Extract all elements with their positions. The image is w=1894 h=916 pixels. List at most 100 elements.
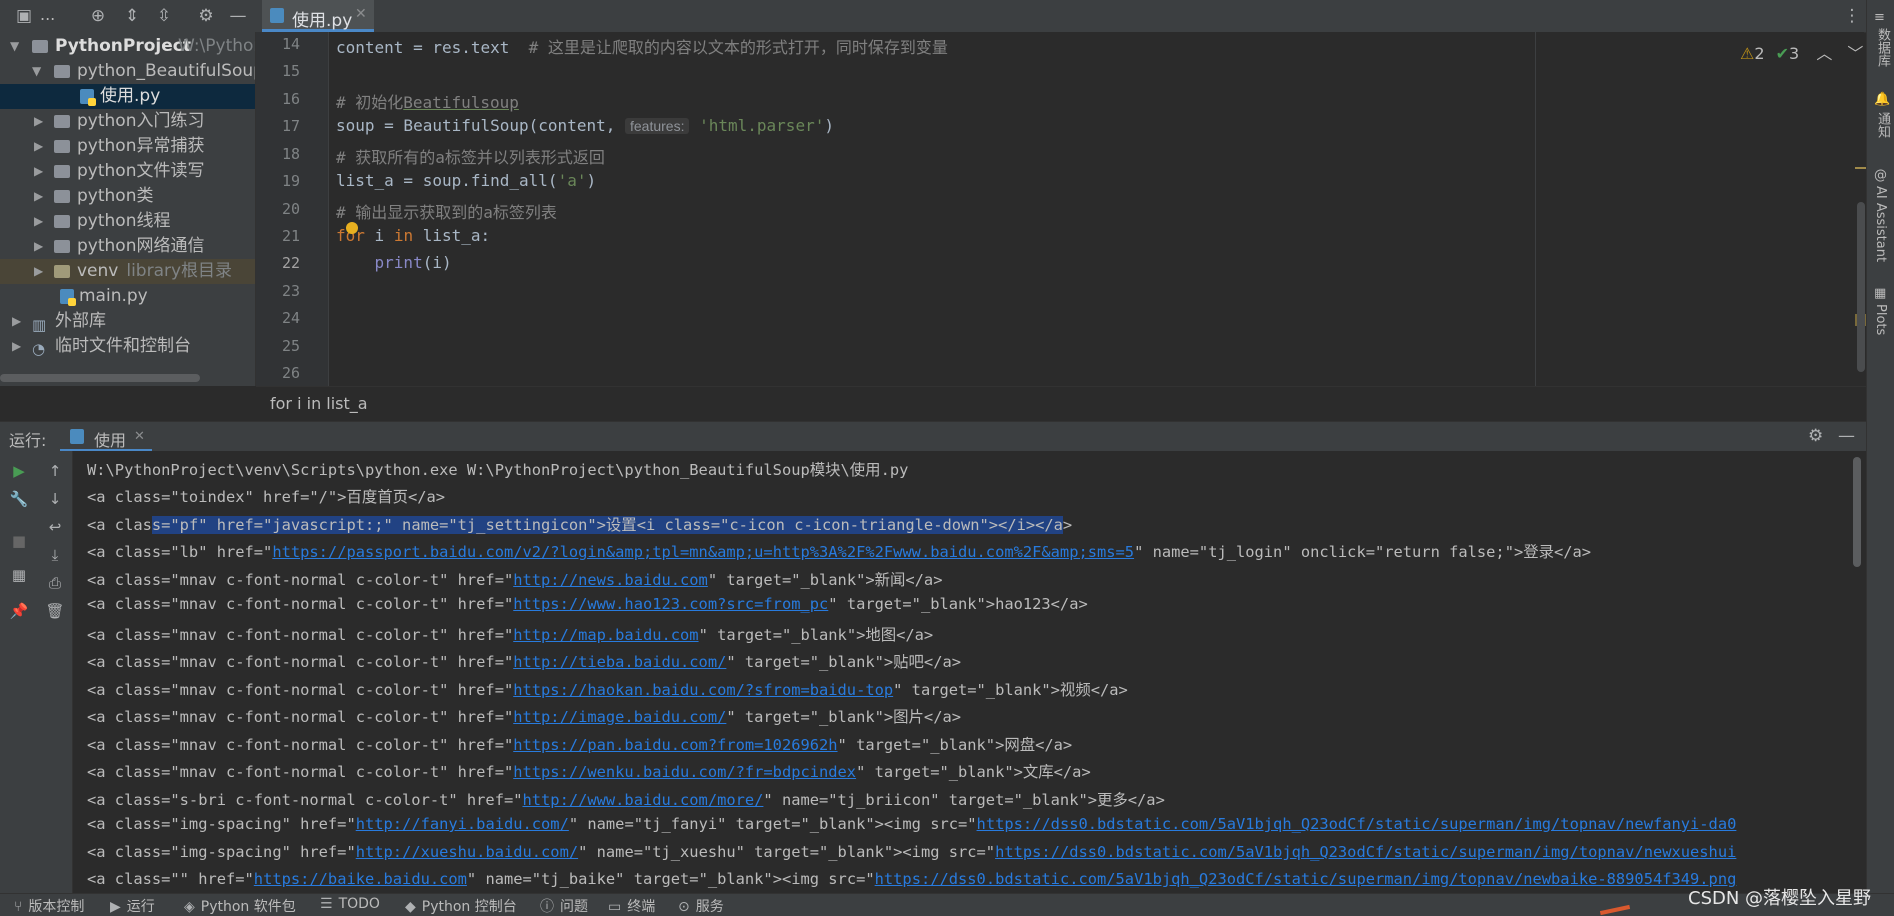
console-text: " target="_blank">视频</a> xyxy=(893,681,1128,699)
tree-item-rumen[interactable]: ▶ python入门练习 xyxy=(0,109,255,134)
inspection-widget[interactable]: ⚠2 ✔3 ︿ ﹀ xyxy=(1740,40,1863,64)
tool-window-ai-assistant[interactable]: AI Assistant xyxy=(1873,186,1888,262)
play-icon: ▶ xyxy=(110,899,121,915)
folder-icon xyxy=(54,265,70,278)
tool-window-vcs[interactable]: ⑂ 版本控制 xyxy=(14,896,84,916)
console-link[interactable]: https://pan.baidu.com?from=1026962h xyxy=(513,736,837,754)
breadcrumb-item[interactable]: for i in list_a xyxy=(270,394,368,413)
chevron-right-icon[interactable]: ▶ xyxy=(34,234,43,259)
project-view-icon[interactable]: ▣ xyxy=(14,6,34,26)
console-link[interactable]: https://dss0.bdstatic.com/5aV1bjqh_Q23od… xyxy=(995,843,1736,861)
gear-icon[interactable]: ⚙ xyxy=(1808,426,1823,446)
console-link[interactable]: https://haokan.baidu.com/?sfrom=baidu-to… xyxy=(513,681,893,699)
expand-all-icon[interactable]: ⇕ xyxy=(122,6,142,26)
line-number: 14 xyxy=(281,35,300,53)
console-link[interactable]: http://xueshu.baidu.com/ xyxy=(356,843,578,861)
chevron-right-icon[interactable]: ▶ xyxy=(34,159,43,184)
scroll-to-end-icon[interactable]: ⤓ xyxy=(45,545,65,565)
editor-scrollbar[interactable] xyxy=(1857,202,1865,372)
tree-item-label: python_BeautifulSoup模 xyxy=(77,61,255,81)
locate-icon[interactable]: ⊕ xyxy=(88,6,108,26)
tree-item-main-py[interactable]: main.py xyxy=(0,284,255,309)
arrow-down-icon[interactable]: ↓ xyxy=(45,489,65,509)
wrench-icon[interactable]: 🔧 xyxy=(9,489,29,509)
tab-file-shiyong[interactable]: 使用.py ✕ xyxy=(262,0,374,32)
breadcrumb[interactable]: for i in list_a xyxy=(256,386,1866,421)
tool-window-notifications[interactable]: 通知 xyxy=(1873,112,1892,138)
warning-icon: ⚠ xyxy=(1740,44,1755,63)
status-label: Python 软件包 xyxy=(200,899,296,915)
tree-item-yichang[interactable]: ▶ python异常捕获 xyxy=(0,134,255,159)
console-link[interactable]: https://dss0.bdstatic.com/5aV1bjqh_Q23od… xyxy=(875,870,1737,888)
minimize-icon[interactable]: — xyxy=(1838,426,1855,446)
run-tab[interactable]: 使用 ✕ xyxy=(60,422,152,452)
chevron-right-icon[interactable]: ▶ xyxy=(34,109,43,134)
intention-bulb-icon[interactable] xyxy=(346,222,358,234)
tree-item-label: main.py xyxy=(79,286,148,306)
console-link[interactable]: http://tieba.baidu.com/ xyxy=(513,653,726,671)
trash-icon[interactable]: 🗑 xyxy=(45,601,65,621)
chevron-down-icon[interactable]: ﹀ xyxy=(1847,44,1863,63)
rerun-icon[interactable]: ▶ xyxy=(9,461,29,481)
tool-window-python-console[interactable]: ◆ Python 控制台 xyxy=(405,896,517,916)
code-editor[interactable]: content = res.text # 这里是让爬取的内容以文本的形式打开，同… xyxy=(329,32,1871,386)
tree-horizontal-scrollbar[interactable] xyxy=(0,374,200,382)
collapse-all-icon[interactable]: ⇳ xyxy=(154,6,174,26)
console-link[interactable]: http://fanyi.baidu.com/ xyxy=(356,815,569,833)
tool-window-terminal[interactable]: ▭ 终端 xyxy=(608,896,655,916)
tree-item-scratches[interactable]: ▶ ◔ 临时文件和控制台 xyxy=(0,334,255,359)
chevron-right-icon[interactable]: ▶ xyxy=(34,209,43,234)
tree-item-xiancheng[interactable]: ▶ python线程 xyxy=(0,209,255,234)
chevron-right-icon[interactable]: ▶ xyxy=(34,184,43,209)
chevron-right-icon[interactable]: ▶ xyxy=(12,334,21,359)
chevron-down-icon[interactable]: ▼ xyxy=(32,59,41,84)
chevron-right-icon[interactable]: ▶ xyxy=(12,309,21,334)
chevron-up-icon[interactable]: ︿ xyxy=(1816,44,1832,63)
chevron-right-icon[interactable]: ▶ xyxy=(34,259,43,284)
console-link[interactable]: https://passport.baidu.com/v2/?login&amp… xyxy=(272,543,1134,561)
close-icon[interactable]: ✕ xyxy=(355,6,367,22)
project-dropdown[interactable]: ... xyxy=(40,5,55,24)
arrow-up-icon[interactable]: ↑ xyxy=(45,461,65,481)
code-line-16: # 初始化Beatifulsoup xyxy=(336,89,519,113)
tool-window-plots[interactable]: Plots xyxy=(1873,304,1888,335)
console-line: <a class="" href="https://baike.baidu.co… xyxy=(87,870,1736,888)
console-link[interactable]: https://wenku.baidu.com/?fr=bdpcindex xyxy=(513,763,856,781)
line-number: 17 xyxy=(281,117,300,135)
console-link[interactable]: http://map.baidu.com xyxy=(513,626,698,644)
tool-window-packages[interactable]: ◈ Python 软件包 xyxy=(184,896,296,916)
console-link[interactable]: https://dss0.bdstatic.com/5aV1bjqh_Q23od… xyxy=(977,815,1737,833)
console-output[interactable]: W:\PythonProject\venv\Scripts\python.exe… xyxy=(73,451,1866,893)
tree-item-wangluo[interactable]: ▶ python网络通信 xyxy=(0,234,255,259)
tree-item-beautifulsoup[interactable]: ▼ python_BeautifulSoup模 xyxy=(0,59,255,84)
tree-item-shiyong-py[interactable]: 使用.py xyxy=(0,84,255,109)
console-link[interactable]: http://www.baidu.com/more/ xyxy=(523,791,764,809)
stop-icon[interactable]: ■ xyxy=(9,531,29,551)
tool-window-services[interactable]: ⊙ 服务 xyxy=(678,896,724,916)
print-icon[interactable]: ⎙ xyxy=(45,573,65,593)
console-link[interactable]: http://image.baidu.com/ xyxy=(513,708,726,726)
chevron-right-icon[interactable]: ▶ xyxy=(34,134,43,159)
code-text: ) xyxy=(824,116,834,135)
more-options-icon[interactable]: ⋮ xyxy=(1842,6,1862,26)
tree-root[interactable]: ▼ PythonProject W:\Pythor xyxy=(0,34,255,59)
pin-icon[interactable]: 📌 xyxy=(9,601,29,621)
console-scrollbar[interactable] xyxy=(1853,457,1861,567)
tree-item-venv[interactable]: ▶ venv library根目录 xyxy=(0,259,255,284)
soft-wrap-icon[interactable]: ↩ xyxy=(45,517,65,537)
console-link[interactable]: http://news.baidu.com xyxy=(513,571,708,589)
tree-item-lei[interactable]: ▶ python类 xyxy=(0,184,255,209)
tool-window-database[interactable]: 数据库 xyxy=(1873,28,1892,67)
console-link[interactable]: https://baike.baidu.com xyxy=(254,870,467,888)
close-icon[interactable]: ✕ xyxy=(134,429,145,444)
console-link[interactable]: https://www.hao123.com?src=from_pc xyxy=(513,595,828,613)
gear-icon[interactable]: ⚙ xyxy=(196,6,216,26)
tree-item-external-libs[interactable]: ▶ ▥ 外部库 xyxy=(0,309,255,334)
minimize-icon[interactable]: — xyxy=(228,6,248,26)
tool-window-run[interactable]: ▶ 运行 xyxy=(110,896,155,916)
tool-window-todo[interactable]: ☰ TODO xyxy=(320,896,380,912)
tree-item-wenjian[interactable]: ▶ python文件读写 xyxy=(0,159,255,184)
tool-window-problems[interactable]: ⓘ 问题 xyxy=(540,896,588,916)
chevron-down-icon[interactable]: ▼ xyxy=(10,34,19,59)
layout-icon[interactable]: ▦ xyxy=(9,565,29,585)
